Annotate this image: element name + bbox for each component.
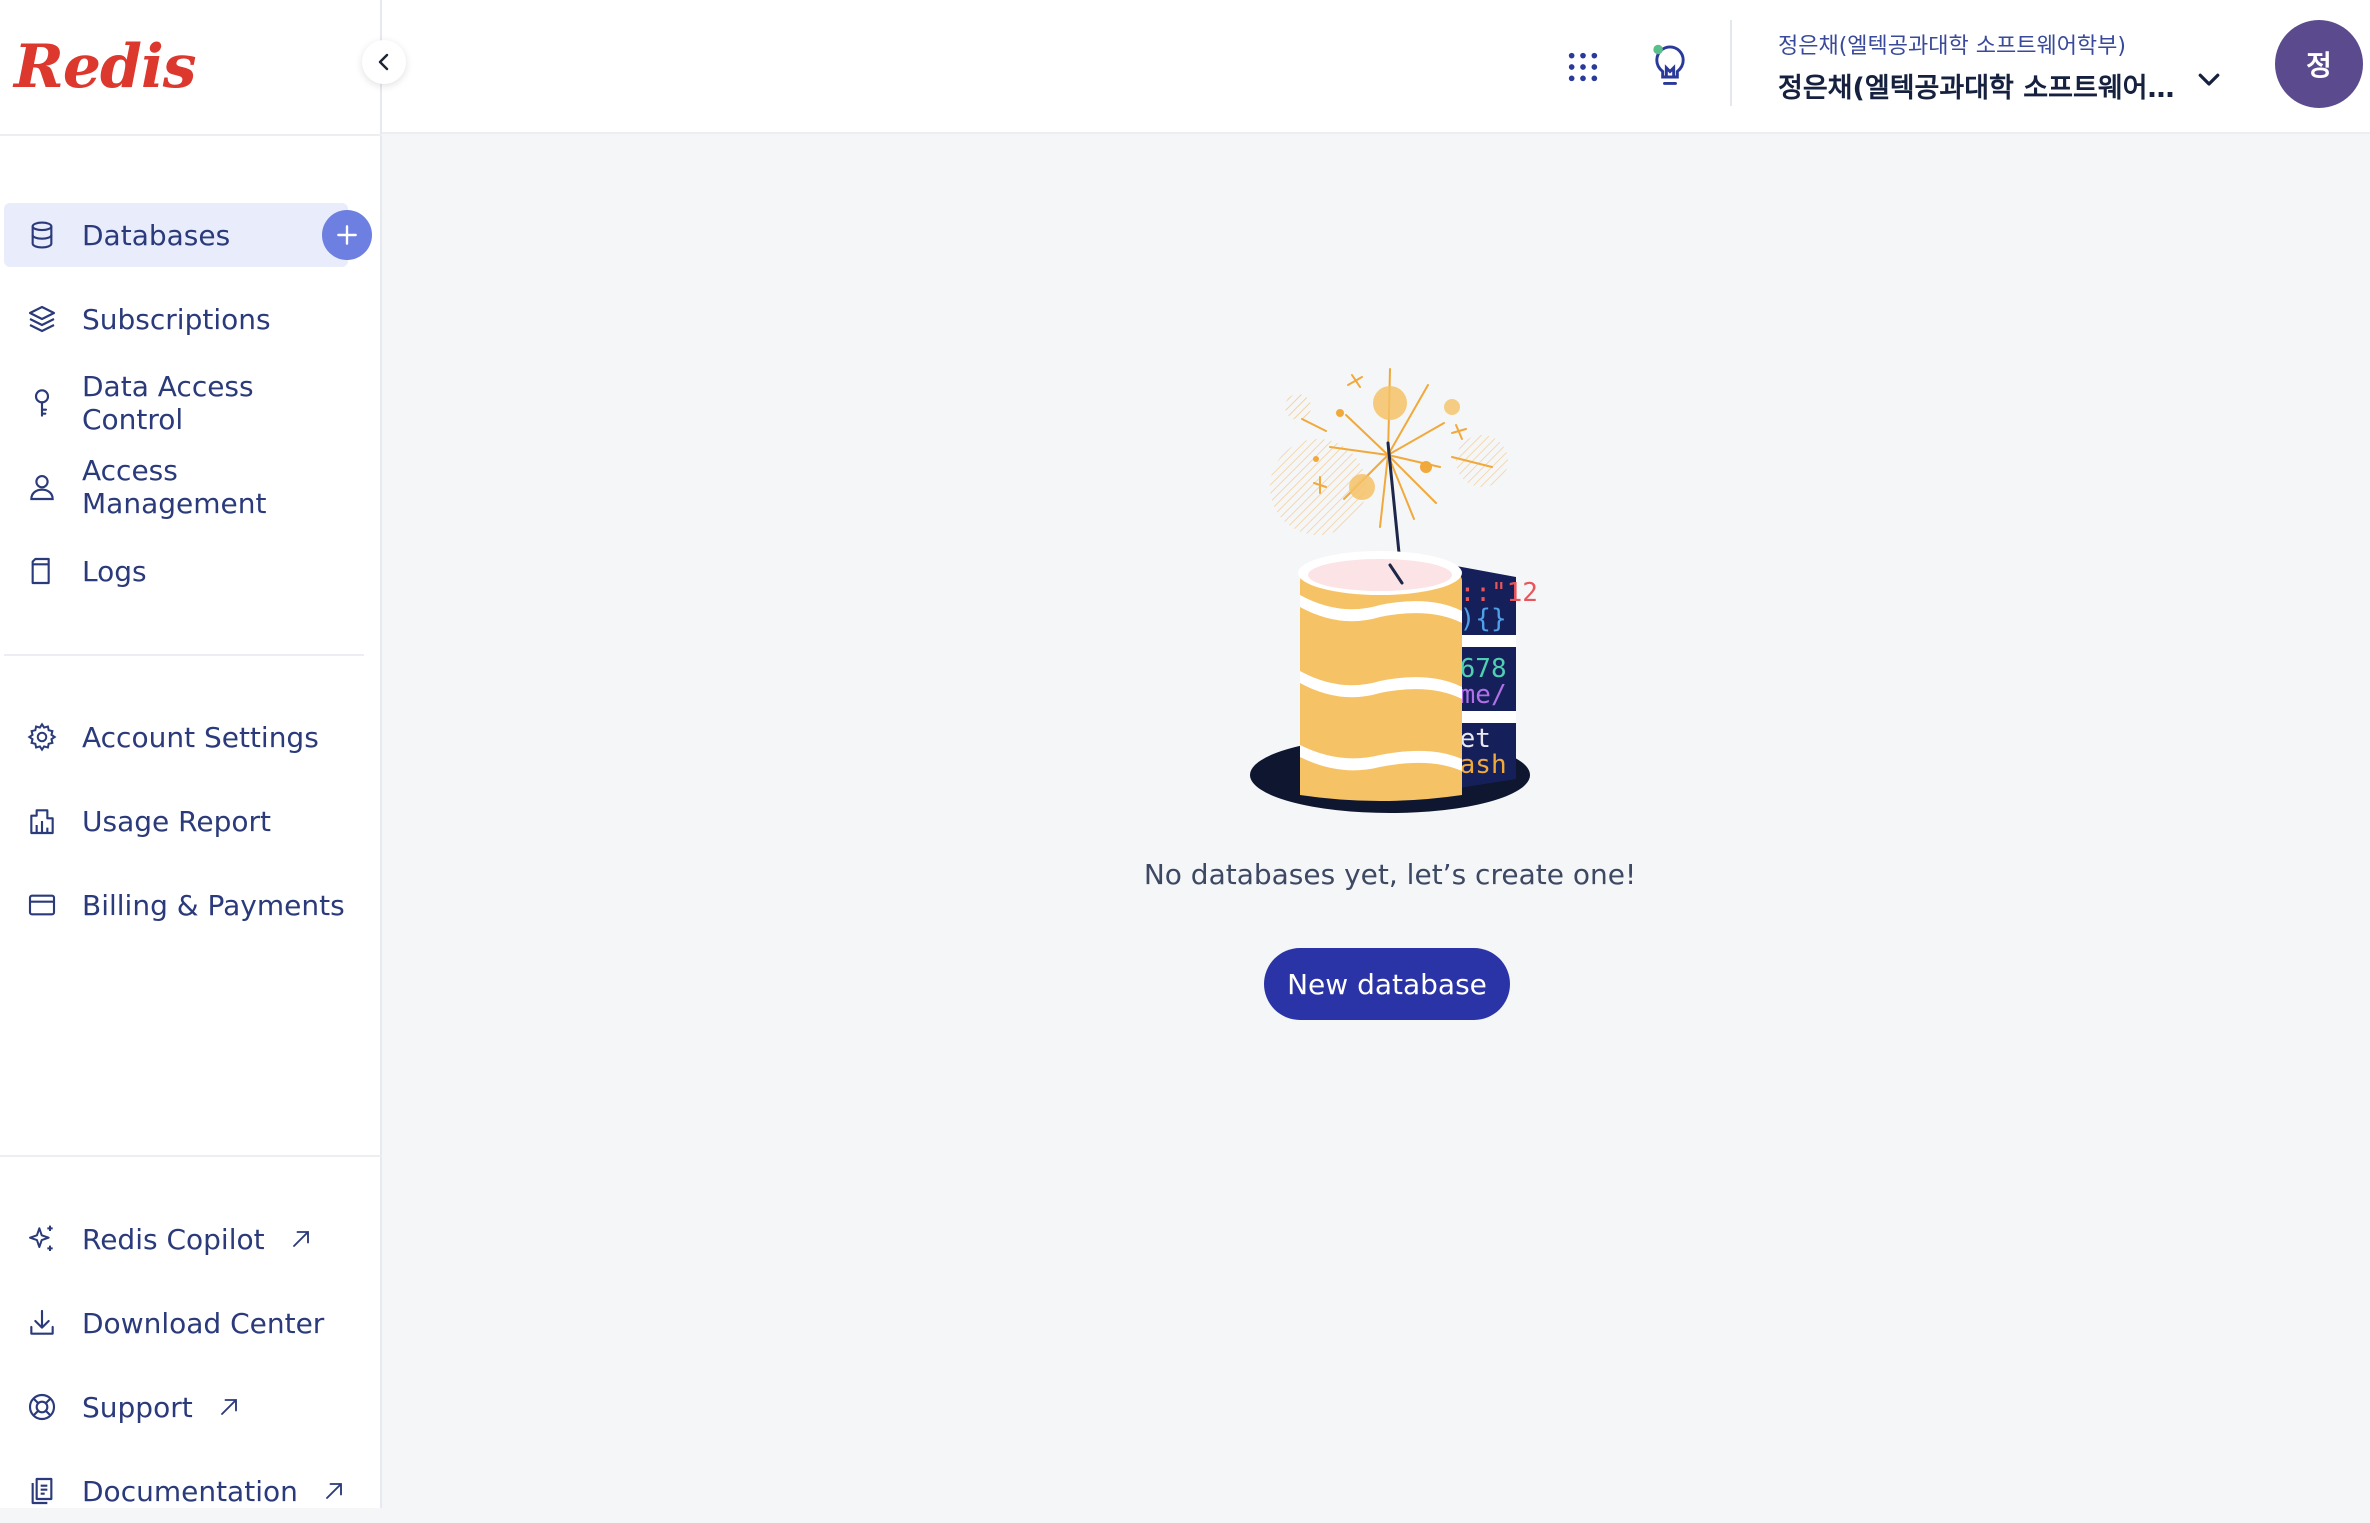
external-link-icon [320, 1476, 350, 1506]
sidebar-item-redis-copilot[interactable]: Redis Copilot [4, 1207, 354, 1271]
credit-card-icon [24, 887, 60, 923]
gear-icon [24, 719, 60, 755]
collapse-sidebar-button[interactable] [362, 40, 406, 84]
sidebar-item-documentation[interactable]: Documentation [4, 1459, 354, 1523]
new-database-button[interactable]: New database [1264, 948, 1510, 1020]
external-link-icon [215, 1392, 245, 1422]
grid-dots-icon [1568, 52, 1598, 82]
sidebar-item-support[interactable]: Support [4, 1375, 354, 1439]
sidebar-item-label: Usage Report [82, 804, 271, 838]
lightbulb-icon [1653, 44, 1685, 85]
redis-logo[interactable]: Redis [14, 28, 197, 106]
sidebar-divider [0, 134, 382, 136]
docs-icon [24, 1473, 60, 1509]
tips-button[interactable] [1642, 36, 1698, 96]
sidebar-item-label: Access Management [82, 454, 267, 520]
top-header: 정은채(엘텍공과대학 소프트웨어학부) 정은채(엘텍공과대학 소프트웨어학부) … [382, 0, 2370, 134]
sidebar-divider [4, 654, 364, 656]
sidebar-item-label: Logs [82, 554, 147, 588]
birthday-cake-illustration: >::"12 (){} 5678 ame/ get hash [1250, 368, 1538, 813]
sidebar-item-data-access-control[interactable]: Data Access Control [4, 370, 354, 436]
plus-icon [337, 225, 357, 245]
sidebar-item-access-management[interactable]: Access Management [4, 454, 354, 520]
sidebar-item-label: Account Settings [82, 720, 319, 754]
sidebar-item-download-center[interactable]: Download Center [4, 1291, 354, 1355]
account-name-text: 정은채(엘텍공과대학 소프트웨어학부) [1778, 73, 2178, 104]
chevron-down-icon[interactable] [2194, 64, 2224, 94]
file-icon [24, 553, 60, 589]
sidebar: Redis Databases Subscriptions Data Acces… [0, 0, 382, 1508]
sidebar-item-label: Data Access Control [82, 370, 254, 436]
empty-state-message: No databases yet, let’s create one! [1143, 858, 1637, 891]
sidebar-item-label: Billing & Payments [82, 888, 345, 922]
database-icon [24, 217, 60, 253]
key-icon [24, 385, 60, 421]
sparkle-icon [24, 1221, 60, 1257]
add-database-button[interactable] [322, 210, 372, 260]
layers-icon [24, 301, 60, 337]
sidebar-item-account-settings[interactable]: Account Settings [4, 705, 354, 769]
sidebar-item-label: Databases [82, 218, 231, 252]
account-subtitle: 정은채(엘텍공과대학 소프트웨어학부) [1778, 34, 2127, 59]
lifebuoy-icon [24, 1389, 60, 1425]
sidebar-item-billing-payments[interactable]: Billing & Payments [4, 873, 354, 937]
avatar[interactable]: 정 [2275, 20, 2363, 108]
account-name: 정은채(엘텍공과대학 소프트웨어학부) [1778, 66, 2218, 105]
sidebar-item-usage-report[interactable]: Usage Report [4, 789, 354, 853]
header-separator [1730, 20, 1732, 106]
sidebar-item-label: Documentation [82, 1474, 298, 1508]
sidebar-divider [0, 1155, 382, 1157]
sidebar-item-label: Redis Copilot [82, 1222, 265, 1256]
sidebar-item-subscriptions[interactable]: Subscriptions [4, 287, 354, 351]
download-icon [24, 1305, 60, 1341]
external-link-icon [287, 1224, 317, 1254]
sidebar-item-label: Support [82, 1390, 193, 1424]
sidebar-item-label: Subscriptions [82, 302, 271, 336]
report-icon [24, 803, 60, 839]
account-switcher[interactable]: 정은채(엘텍공과대학 소프트웨어학부) 정은채(엘텍공과대학 소프트웨어학부) [1778, 28, 2218, 105]
sidebar-item-databases[interactable]: Databases [4, 203, 348, 267]
chevron-left-icon [378, 53, 389, 71]
user-icon [24, 469, 60, 505]
sidebar-item-logs[interactable]: Logs [4, 539, 354, 603]
apps-menu-button[interactable] [1558, 42, 1608, 92]
sidebar-item-label: Download Center [82, 1306, 325, 1340]
